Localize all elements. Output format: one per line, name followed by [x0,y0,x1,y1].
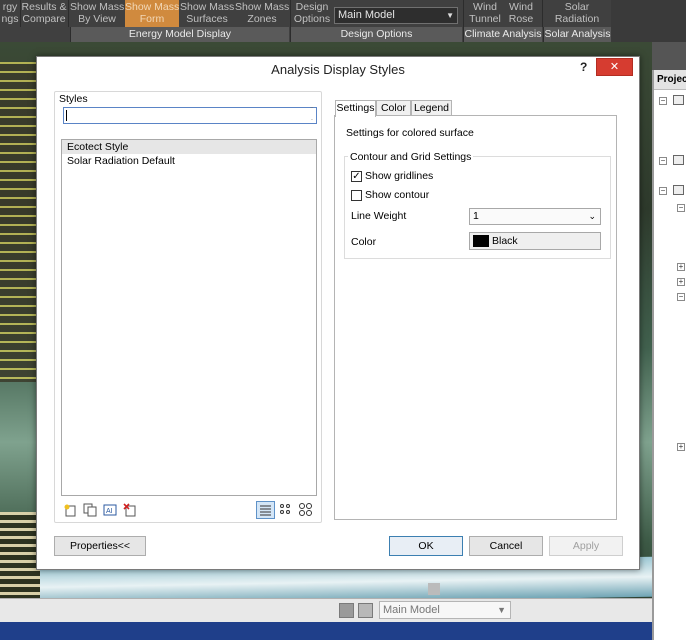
small-icons-view-icon[interactable] [276,501,295,519]
ribbon-button-show-mass-form[interactable]: Show Mass Form [125,0,179,27]
status-model-value: Main Model [383,604,440,616]
ribbon-label: Wind Tunnel [469,1,501,25]
list-item[interactable]: Solar Radiation Default [62,154,316,168]
chevron-down-icon: ⌄ [588,211,596,221]
ribbon-button-wind-tunnel[interactable]: Wind Tunnel [466,0,504,27]
tab-settings[interactable]: Settings [335,100,376,117]
show-contour-checkbox[interactable] [351,190,362,201]
settings-description: Settings for colored surface [346,127,474,139]
color-swatch [473,235,489,247]
chevron-down-icon: ▼ [497,605,506,615]
expand-icon[interactable]: − [659,187,667,195]
line-weight-select[interactable]: 1 ⌄ [469,208,601,225]
color-button[interactable]: Black [469,232,601,250]
list-view-icon[interactable] [256,501,275,519]
status-bar: Main Model ▼ [0,598,652,622]
design-option-value: Main Model [338,9,395,21]
ribbon-label: Show Mass Surfaces [180,1,234,25]
ribbon-label: rgy ngs [1,1,19,25]
styles-label: Styles [58,93,89,105]
color-label: Color [351,236,377,248]
list-item[interactable]: Ecotect Style [62,140,316,154]
ribbon-button-show-mass-surfaces[interactable]: Show Mass Surfaces [180,0,234,27]
ribbon-label: Show Mass Form [125,1,179,25]
view-icon [673,95,684,105]
new-style-icon[interactable] [63,503,77,517]
ribbon-button-design-options[interactable]: Design Options [292,0,332,27]
taskbar [0,622,652,640]
panel-design-options[interactable]: Design Options [290,27,462,42]
properties-button[interactable]: Properties<< [54,536,146,556]
ribbon-button-energy-settings[interactable]: rgy ngs [0,0,20,27]
ribbon-label: Results & Compare [21,1,67,25]
tab-legend[interactable]: Legend [411,100,452,116]
style-search-input[interactable]: ‾ . [63,107,317,124]
search-indicator-icon: . [311,115,313,122]
ribbon-empty-area [611,0,686,42]
settings-tab-panel: Settings for colored surface ✓ Show grid… [334,115,617,520]
expand-icon[interactable]: + [677,263,685,271]
line-weight-label: Line Weight [351,210,407,222]
design-options-icon[interactable] [339,603,354,618]
show-gridlines-label: Show gridlines [365,170,434,182]
large-icons-view-icon[interactable] [296,501,315,519]
expand-icon[interactable]: − [677,204,685,212]
dialog-title: Analysis Display Styles [271,62,405,77]
panel-climate-analysis[interactable]: Climate Analysis [463,27,542,42]
check-icon: ✓ [352,171,361,182]
color-value: Black [492,235,518,247]
ribbon-button-solar-radiation[interactable]: Solar Radiation [546,0,608,27]
search-indicator-icon: ‾ [310,108,313,115]
exclude-options-icon[interactable] [358,603,373,618]
design-option-combo[interactable]: Main Model ▼ [334,7,458,24]
style-list[interactable]: Ecotect Style Solar Radiation Default [61,139,317,496]
svg-text:AI: AI [106,508,113,515]
delete-icon[interactable] [123,503,137,517]
sheet-icon [673,185,684,195]
line-weight-value: 1 [473,210,479,222]
tab-color[interactable]: Color [376,100,411,116]
expand-icon[interactable]: − [659,97,667,105]
contour-grid-label: Contour and Grid Settings [348,151,474,163]
rename-icon[interactable]: AI [103,503,117,517]
text-caret [66,110,67,121]
ribbon-label: Solar Radiation [554,1,600,25]
ribbon-button-results-compare[interactable]: Results & Compare [21,0,67,27]
ribbon-label: Design Options [293,1,331,25]
building-mass-lower [0,512,40,598]
expand-icon[interactable]: − [659,157,667,165]
panel-energy-model-display[interactable]: Energy Model Display [70,27,289,42]
ribbon-button-wind-rose[interactable]: Wind Rose [504,0,538,27]
expand-icon[interactable]: − [677,293,685,301]
expand-icon[interactable]: + [677,443,685,451]
expand-icon[interactable]: + [677,278,685,286]
ribbon-label: Show Mass Zones [235,1,289,25]
ok-button[interactable]: OK [389,536,463,556]
ribbon-button-show-mass-zones[interactable]: Show Mass Zones [235,0,289,27]
schedule-icon [673,155,684,165]
duplicate-icon[interactable] [83,503,97,517]
ribbon-button-show-mass-by-view[interactable]: Show Mass By View [70,0,124,27]
project-browser: Project − − − − + + − + [652,70,686,640]
ribbon-label: Wind Rose [508,1,534,25]
chevron-down-icon: ▼ [446,11,454,20]
help-icon[interactable]: ? [580,60,587,74]
ribbon-label: Show Mass By View [70,1,124,25]
close-button[interactable]: ✕ [596,58,633,76]
analysis-display-styles-dialog: Analysis Display Styles ? ✕ Styles ‾ . E… [36,56,640,570]
scrollbar-thumb[interactable] [428,583,440,595]
apply-button[interactable]: Apply [549,536,623,556]
show-gridlines-checkbox[interactable]: ✓ [351,171,362,182]
ribbon: rgy ngs Results & Compare Show Mass By V… [0,0,686,42]
cancel-button[interactable]: Cancel [469,536,543,556]
show-contour-label: Show contour [365,189,430,201]
project-browser-title: Project [654,70,686,90]
panel-solar-analysis[interactable]: Solar Analysis [543,27,611,42]
status-model-select[interactable]: Main Model ▼ [379,601,511,619]
